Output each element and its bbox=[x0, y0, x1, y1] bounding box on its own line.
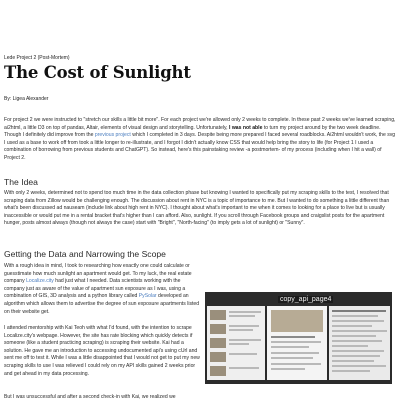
listing-photo bbox=[210, 324, 226, 334]
article-kicker: Lede Project 2 (Post-Mortem) bbox=[4, 55, 70, 61]
article-title: The Cost of Sunlight bbox=[4, 63, 191, 82]
data-paragraph-2: I attended mentorship with Kai Teoh with… bbox=[4, 325, 200, 377]
pysolar-link[interactable]: PySolar bbox=[139, 293, 157, 299]
figure-caption: copy_api_page4 bbox=[278, 296, 334, 303]
section-heading-idea: The Idea bbox=[4, 177, 38, 187]
devtools-text-line bbox=[332, 360, 374, 362]
listing-text-line bbox=[229, 315, 255, 317]
detail-text-line bbox=[271, 346, 309, 348]
article-byline: By: Ligea Alexander bbox=[4, 96, 49, 102]
listing-text-line bbox=[229, 311, 261, 313]
detail-text-line bbox=[271, 352, 319, 354]
detail-text-line bbox=[271, 368, 305, 370]
devtools-text-line bbox=[332, 340, 382, 342]
listing-photo bbox=[210, 366, 226, 376]
devtools-text-line bbox=[332, 350, 384, 352]
listing-text-line bbox=[229, 339, 261, 341]
previous-project-link[interactable]: previous project bbox=[95, 132, 131, 138]
intro-paragraph: For project 2 we were instructed to "str… bbox=[4, 117, 396, 163]
devtools-text-line bbox=[332, 310, 386, 312]
devtools-text-line bbox=[332, 370, 370, 372]
intro-bold: I was not able bbox=[229, 124, 263, 131]
devtools-text-line bbox=[332, 335, 376, 337]
api-screenshot-figure: copy_api_page4 bbox=[205, 292, 392, 384]
localize-city-link[interactable]: Localize.city bbox=[26, 278, 54, 284]
screenshot-panel-left bbox=[207, 306, 265, 380]
devtools-text-line bbox=[332, 330, 387, 332]
listing-text-line bbox=[229, 343, 249, 345]
screenshot-panel-middle bbox=[267, 306, 327, 380]
screenshot-panel-right bbox=[329, 306, 390, 380]
devtools-text-line bbox=[332, 345, 368, 347]
listing-photo bbox=[210, 310, 226, 320]
devtools-text-line bbox=[332, 320, 384, 322]
devtools-text-line bbox=[332, 365, 386, 367]
devtools-text-line bbox=[332, 325, 372, 327]
data-paragraph-3: But I was unsuccessful and after a secon… bbox=[4, 394, 176, 400]
detail-text-line bbox=[271, 341, 321, 343]
section-heading-data: Getting the Data and Narrowing the Scope bbox=[4, 249, 166, 259]
listing-photo bbox=[210, 338, 226, 348]
listing-photo bbox=[210, 352, 226, 362]
data-paragraph-1: With a rough idea in mind, I took to res… bbox=[4, 263, 200, 316]
devtools-text-line bbox=[332, 315, 378, 317]
apartment-photo bbox=[271, 310, 323, 332]
detail-text-line bbox=[271, 357, 313, 359]
detail-text-line bbox=[271, 336, 315, 338]
devtools-text-line bbox=[332, 355, 380, 357]
detail-text-line bbox=[271, 363, 321, 365]
idea-paragraph: With only 2 weeks, determined not to spe… bbox=[4, 190, 390, 227]
listing-text-line bbox=[229, 329, 253, 331]
listing-text-line bbox=[229, 325, 259, 327]
listing-text-line bbox=[229, 353, 257, 355]
listing-text-line bbox=[229, 367, 259, 369]
